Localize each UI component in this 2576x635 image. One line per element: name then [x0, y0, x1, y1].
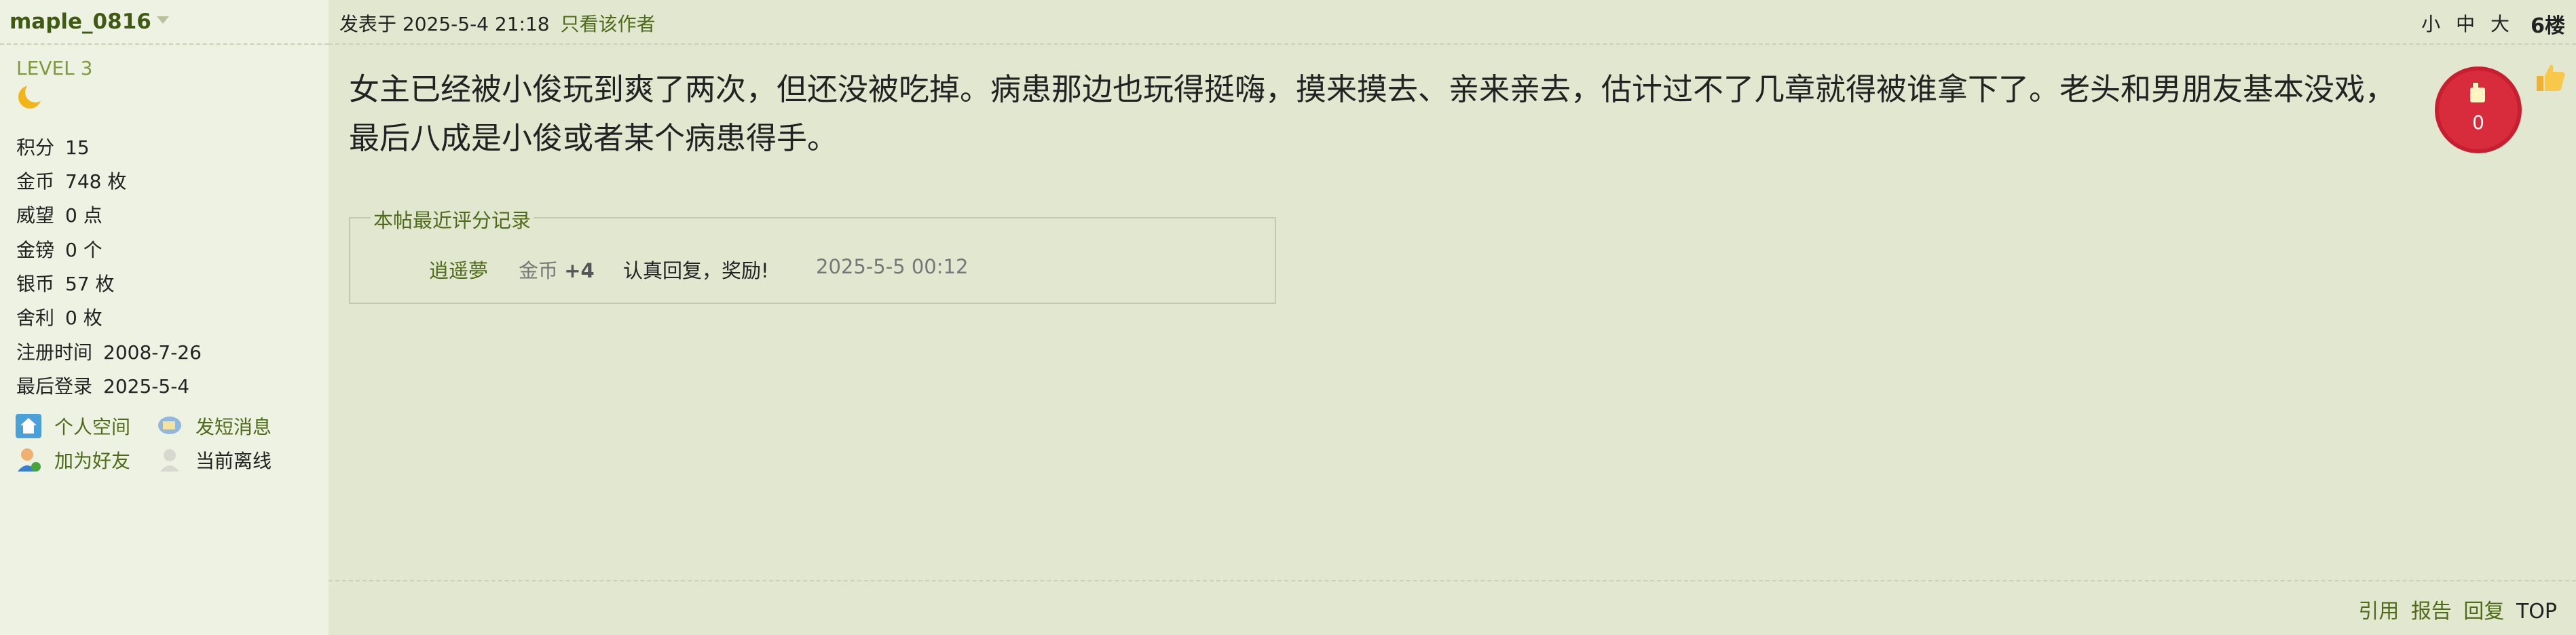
- post-info-bar: 发表于 2025-5-4 21:18 只看该作者 小 中 大 6楼: [329, 0, 2576, 45]
- online-status: 当前离线: [156, 446, 272, 474]
- rating-record-box: 本帖最近评分记录 逍遥夢 金币 +4 认真回复，奖励! 2025-5-5 00:…: [349, 205, 1276, 304]
- like-badge-icon[interactable]: 0: [2433, 65, 2523, 155]
- thumbs-up-icon[interactable]: [2533, 60, 2568, 95]
- rating-type: 金币 +4: [519, 259, 595, 282]
- home-icon: [16, 414, 41, 438]
- report-link[interactable]: 报告: [2411, 600, 2452, 623]
- floor-number[interactable]: 6楼: [2531, 9, 2565, 39]
- user-level: LEVEL 3: [16, 57, 93, 79]
- rating-reason: 认真回复，奖励!: [623, 259, 769, 282]
- personal-space-link[interactable]: 个人空间: [15, 412, 130, 440]
- post-actions: 引用 报告 回复 TOP: [2353, 594, 2557, 624]
- font-size-switcher: 小 中 大: [2412, 9, 2509, 37]
- stat-last-login: 最后登录 2025-5-4: [16, 375, 190, 398]
- user-header: maple_0816: [0, 0, 329, 45]
- quote-link[interactable]: 引用: [2358, 600, 2399, 623]
- username-link[interactable]: maple_0816: [10, 9, 151, 34]
- moon-icon: [18, 82, 45, 109]
- footer-divider: [329, 580, 2576, 581]
- reply-link[interactable]: 回复: [2463, 600, 2504, 623]
- rating-legend: 本帖最近评分记录: [371, 205, 534, 233]
- user-sidebar: maple_0816 LEVEL 3 积分 15 金币 748 枚 威望 0 点 金镑…: [0, 0, 329, 635]
- rating-amount: +4: [564, 259, 595, 282]
- rating-user-link[interactable]: 逍遥夢: [429, 255, 488, 284]
- stat-silver: 银币 57 枚: [16, 273, 115, 295]
- back-to-top-link[interactable]: TOP: [2516, 600, 2557, 623]
- stat-relics: 舍利 0 枚: [16, 307, 102, 329]
- stat-pounds: 金镑 0 个: [16, 239, 102, 261]
- post-content: 女主已经被小俊玩到爽了两次，但还没被吃掉。病患那边也玩得挺嗨，摸来摸去、亲来亲去…: [349, 71, 2396, 156]
- font-small-button[interactable]: 小: [2421, 13, 2440, 35]
- user-menu-caret-icon[interactable]: [156, 16, 169, 24]
- rating-time: 2025-5-5 00:12: [816, 255, 969, 278]
- send-message-link[interactable]: 发短消息: [156, 412, 272, 440]
- stat-register-date: 注册时间 2008-7-26: [16, 341, 202, 364]
- font-medium-button[interactable]: 中: [2456, 13, 2475, 35]
- stat-prestige: 威望 0 点: [16, 204, 102, 227]
- only-author-link[interactable]: 只看该作者: [561, 13, 656, 35]
- add-friend-link[interactable]: 加为好友: [15, 446, 130, 474]
- stat-gold: 金币 748 枚: [16, 170, 127, 193]
- like-count: 0: [2472, 111, 2484, 134]
- post-time: 发表于 2025-5-4 21:18 只看该作者: [339, 13, 656, 35]
- add-friend-icon: [18, 448, 41, 472]
- post-main: 发表于 2025-5-4 21:18 只看该作者 小 中 大 6楼 女主已经被小俊…: [329, 0, 2576, 635]
- font-large-button[interactable]: 大: [2490, 13, 2509, 35]
- message-icon: [158, 417, 181, 434]
- offline-user-icon: [160, 449, 179, 472]
- stat-points: 积分 15: [16, 136, 90, 159]
